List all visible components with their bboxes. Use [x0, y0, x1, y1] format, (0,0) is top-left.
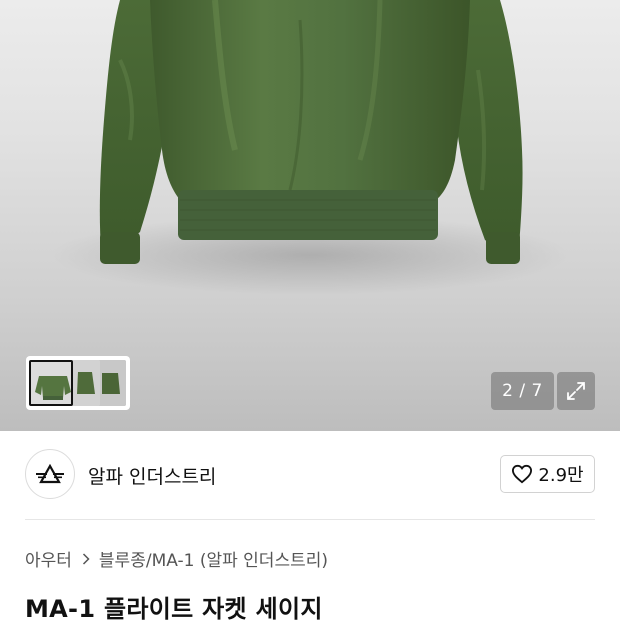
thumbnail-back[interactable] — [96, 360, 126, 406]
expand-icon — [567, 382, 585, 400]
breadcrumb-item-subcategory[interactable]: 블루종/MA-1 (알파 인더스트리) — [99, 546, 328, 571]
alpha-industries-logo-icon — [36, 464, 64, 484]
image-counter: 2 / 7 — [491, 372, 554, 410]
divider — [25, 519, 595, 520]
brand-row: 알파 인더스트리 2.9만 — [0, 431, 620, 519]
product-title: MA-1 플라이트 자켓 세이지 — [25, 595, 323, 620]
jacket-thumbnail-image — [96, 360, 126, 406]
thumbnail-side[interactable] — [70, 360, 100, 406]
expand-button[interactable] — [557, 372, 595, 410]
jacket-thumbnail-image — [31, 362, 71, 404]
chevron-right-icon — [82, 552, 90, 565]
jacket-thumbnail-image — [70, 360, 100, 406]
thumbnail-front[interactable] — [29, 360, 73, 406]
like-count: 2.9만 — [538, 465, 584, 486]
thumbnail-strip — [26, 356, 130, 410]
like-button[interactable]: 2.9만 — [500, 455, 595, 493]
brand-logo[interactable] — [25, 449, 75, 499]
brand-name[interactable]: 알파 인더스트리 — [88, 462, 216, 489]
breadcrumb: 아우터 블루종/MA-1 (알파 인더스트리) — [25, 546, 328, 571]
breadcrumb-item-category[interactable]: 아우터 — [25, 546, 72, 571]
product-image-gallery[interactable]: 2 / 7 — [0, 0, 620, 431]
heart-icon — [512, 464, 533, 484]
